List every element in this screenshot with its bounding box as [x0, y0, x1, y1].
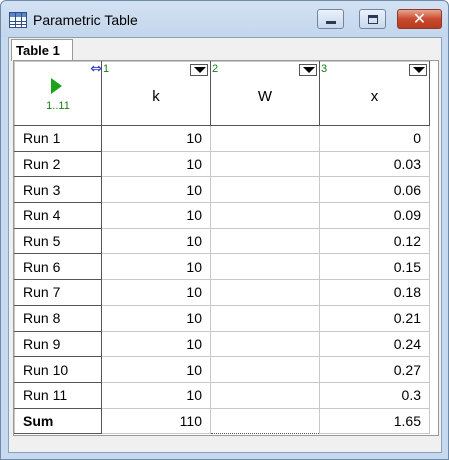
cell-w[interactable]: [210, 202, 320, 229]
sum-x: 1.65: [319, 407, 430, 435]
cell-k[interactable]: 10: [101, 381, 211, 409]
cell-x[interactable]: 0.12: [319, 227, 430, 255]
column-resize-icon[interactable]: ⇔: [90, 62, 102, 76]
close-icon: ✕: [412, 9, 427, 28]
cell-w[interactable]: [210, 279, 320, 306]
parametric-table-window: Parametric Table ✕ Table 1 1..11 ⇔ 1 k 2…: [0, 0, 449, 460]
table-row: Run 3 10 0.06: [14, 176, 430, 204]
column-header-k[interactable]: 1 k: [101, 61, 211, 126]
minimize-button[interactable]: [317, 9, 344, 29]
cell-k[interactable]: 10: [101, 202, 211, 229]
table-row: Run 2 10 0.03: [14, 150, 430, 178]
table-row: Run 7 10 0.18: [14, 279, 430, 306]
table-row: Run 11 10 0.3: [14, 381, 430, 409]
cell-k[interactable]: 10: [101, 125, 211, 152]
table-row: Run 4 10 0.09: [14, 202, 430, 229]
row-label[interactable]: Run 4: [14, 202, 102, 229]
play-icon[interactable]: [51, 78, 62, 94]
table-row: Run 8 10 0.21: [14, 304, 430, 332]
cell-x[interactable]: 0.24: [319, 330, 430, 358]
dropdown-triangle-icon[interactable]: [190, 64, 208, 76]
run-range: 1..11: [46, 100, 70, 112]
row-label[interactable]: Run 8: [14, 304, 102, 332]
cell-k[interactable]: 10: [101, 356, 211, 383]
sum-w[interactable]: [210, 407, 320, 435]
cell-w[interactable]: [210, 176, 320, 204]
cell-k[interactable]: 10: [101, 304, 211, 332]
run-corner-cell[interactable]: 1..11 ⇔: [14, 61, 102, 126]
row-label[interactable]: Run 1: [14, 125, 102, 152]
table-icon: [9, 12, 27, 28]
table-row: Run 5 10 0.12: [14, 227, 430, 255]
cell-x[interactable]: 0.21: [319, 304, 430, 332]
tab-table-1[interactable]: Table 1: [11, 39, 73, 61]
cell-w[interactable]: [210, 125, 320, 152]
column-header-x[interactable]: 3 x: [319, 61, 430, 126]
client-area: Table 1 1..11 ⇔ 1 k 2 W 3 x Run 1 10 0 R…: [8, 37, 442, 453]
window-title: Parametric Table: [33, 12, 138, 28]
cell-k[interactable]: 10: [101, 227, 211, 255]
sum-k: 110: [101, 407, 211, 435]
cell-k[interactable]: 10: [101, 279, 211, 306]
cell-x[interactable]: 0.03: [319, 150, 430, 178]
title-bar[interactable]: Parametric Table ✕: [1, 1, 448, 37]
cell-x[interactable]: 0.09: [319, 202, 430, 229]
cell-k[interactable]: 10: [101, 330, 211, 358]
row-label[interactable]: Run 6: [14, 253, 102, 281]
cell-x[interactable]: 0.3: [319, 381, 430, 409]
cell-k[interactable]: 10: [101, 253, 211, 281]
row-label[interactable]: Run 10: [14, 356, 102, 383]
cell-k[interactable]: 10: [101, 176, 211, 204]
cell-w[interactable]: [210, 330, 320, 358]
row-label[interactable]: Run 3: [14, 176, 102, 204]
column-name: x: [370, 88, 379, 105]
table-row: Run 10 10 0.27: [14, 356, 430, 383]
cell-x[interactable]: 0.06: [319, 176, 430, 204]
maximize-icon: [368, 15, 378, 24]
cell-x[interactable]: 0.15: [319, 253, 430, 281]
table-row: Run 1 10 0: [14, 125, 430, 152]
cell-w[interactable]: [210, 356, 320, 383]
cell-x[interactable]: 0.27: [319, 356, 430, 383]
sum-label: Sum: [14, 407, 102, 435]
cell-w[interactable]: [210, 253, 320, 281]
dropdown-triangle-icon[interactable]: [299, 64, 317, 76]
cell-x[interactable]: 0: [319, 125, 430, 152]
row-label[interactable]: Run 11: [14, 381, 102, 409]
cell-w[interactable]: [210, 150, 320, 178]
row-label[interactable]: Run 2: [14, 150, 102, 178]
column-header-w[interactable]: 2 W: [210, 61, 320, 126]
table-row: Run 9 10 0.24: [14, 330, 430, 358]
cell-w[interactable]: [210, 304, 320, 332]
cell-w[interactable]: [210, 227, 320, 255]
cell-w[interactable]: [210, 381, 320, 409]
column-name: k: [152, 88, 160, 105]
minimize-icon: [326, 21, 336, 24]
cell-x[interactable]: 0.18: [319, 279, 430, 306]
column-number: 1: [103, 63, 110, 75]
cell-k[interactable]: 10: [101, 150, 211, 178]
row-label[interactable]: Run 9: [14, 330, 102, 358]
table-row: Run 6 10 0.15: [14, 253, 430, 281]
maximize-button[interactable]: [359, 9, 386, 29]
parametric-grid: 1..11 ⇔ 1 k 2 W 3 x Run 1 10 0 Run 2 10 …: [13, 60, 439, 436]
column-name: W: [257, 88, 273, 105]
data-table: 1..11 ⇔ 1 k 2 W 3 x Run 1 10 0 Run 2 10 …: [14, 61, 430, 435]
row-label[interactable]: Run 5: [14, 227, 102, 255]
dropdown-triangle-icon[interactable]: [409, 64, 427, 76]
column-number: 3: [321, 63, 328, 75]
sum-row: Sum 110 1.65: [14, 407, 430, 435]
close-button[interactable]: ✕: [397, 9, 442, 29]
row-label[interactable]: Run 7: [14, 279, 102, 306]
column-number: 2: [212, 63, 219, 75]
